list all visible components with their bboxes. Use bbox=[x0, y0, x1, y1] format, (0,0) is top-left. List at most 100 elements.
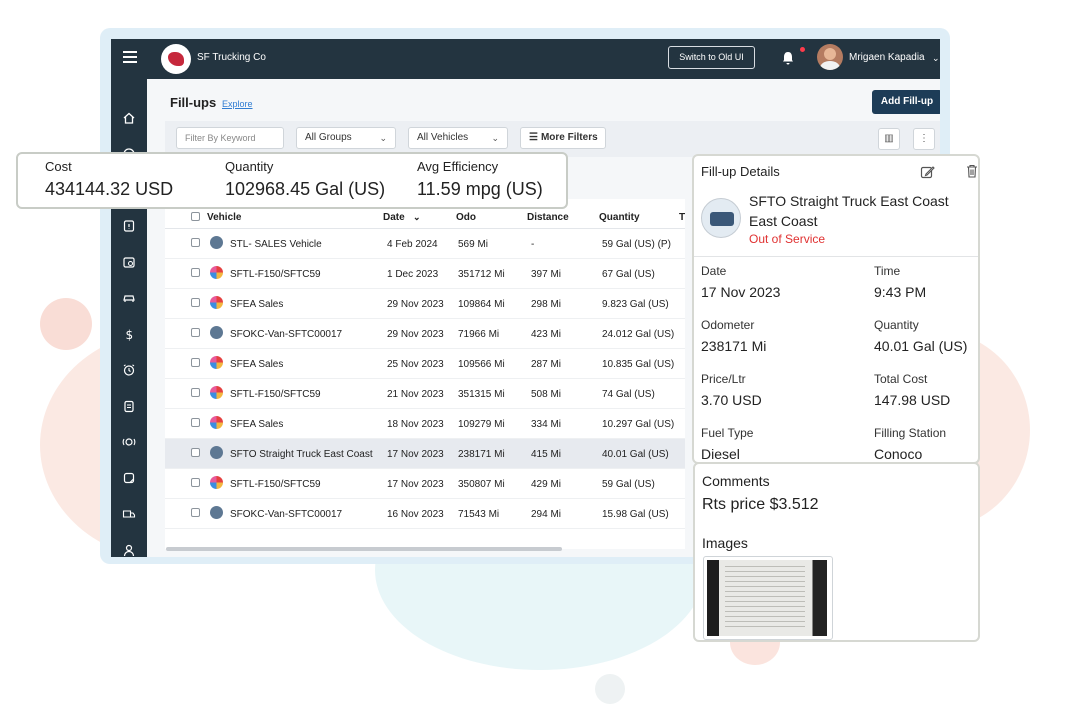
hamburger-menu-icon[interactable] bbox=[123, 51, 137, 63]
table-row[interactable]: SFTL-F150/SFTC59 21 Nov 2023 351315 Mi 508 … bbox=[165, 379, 685, 409]
columns-icon[interactable]: ▥ bbox=[878, 128, 900, 150]
user-name[interactable]: Mrigaen Kapadia bbox=[849, 52, 925, 63]
cell-date: 18 Nov 2023 bbox=[387, 419, 444, 430]
cell-distance: - bbox=[531, 239, 535, 250]
cell-vehicle[interactable]: SFTL-F150/SFTC59 bbox=[230, 479, 321, 490]
row-checkbox[interactable] bbox=[191, 448, 200, 457]
fuel-type-label: Fuel Type bbox=[701, 426, 754, 440]
chevron-down-icon: ⌄ bbox=[491, 133, 499, 143]
price-field: Price/Ltr 3.70 USD bbox=[701, 372, 762, 408]
total-cost-field: Total Cost 147.98 USD bbox=[874, 372, 950, 408]
row-checkbox[interactable] bbox=[191, 268, 200, 277]
cell-date: 21 Nov 2023 bbox=[387, 389, 444, 400]
cell-vehicle[interactable]: STL- SALES Vehicle bbox=[230, 239, 322, 250]
filling-station-label: Filling Station bbox=[874, 426, 947, 440]
home-icon[interactable] bbox=[122, 111, 136, 125]
cell-quantity: 67 Gal (US) bbox=[602, 269, 655, 280]
keyword-filter-input[interactable]: Filter By Keyword bbox=[176, 127, 284, 149]
table-row[interactable]: SFOKC-Van-SFTC00017 29 Nov 2023 71966 Mi 42… bbox=[165, 319, 685, 349]
date-value: 17 Nov 2023 bbox=[701, 284, 781, 300]
row-checkbox[interactable] bbox=[191, 298, 200, 307]
table-row[interactable]: SFTL-F150/SFTC59 1 Dec 2023 351712 Mi 397 M… bbox=[165, 259, 685, 289]
cell-vehicle[interactable]: SFTL-F150/SFTC59 bbox=[230, 269, 321, 280]
row-checkbox[interactable] bbox=[191, 388, 200, 397]
notification-bell-icon[interactable] bbox=[782, 51, 794, 65]
clipboard-icon[interactable] bbox=[122, 399, 136, 413]
quantity-label: Quantity bbox=[225, 159, 274, 174]
sidebar: $ bbox=[111, 79, 147, 557]
dollar-icon[interactable]: $ bbox=[122, 327, 136, 341]
cell-vehicle[interactable]: SFTO Straight Truck East Coast bbox=[230, 449, 373, 460]
cell-vehicle[interactable]: SFOKC-Van-SFTC00017 bbox=[230, 509, 342, 520]
inspection-icon[interactable] bbox=[122, 219, 136, 233]
efficiency-stat: Avg Efficiency 11.59 mpg (US) bbox=[417, 159, 543, 200]
vehicle-avatar-icon bbox=[210, 326, 223, 339]
table-row[interactable]: SFOKC-Van-SFTC00017 16 Nov 2023 71543 Mi 29… bbox=[165, 499, 685, 529]
vehicle-icon[interactable] bbox=[122, 291, 136, 305]
vehicle-avatar-icon bbox=[210, 296, 223, 309]
horizontal-scrollbar[interactable] bbox=[166, 547, 562, 551]
explore-link[interactable]: Explore bbox=[222, 99, 253, 109]
vehicle-avatar-icon bbox=[210, 446, 223, 459]
chevron-down-icon[interactable]: ⌄ bbox=[932, 53, 940, 64]
row-checkbox[interactable] bbox=[191, 478, 200, 487]
column-header-date[interactable]: Date bbox=[383, 212, 405, 223]
table-row[interactable]: SFEA Sales 25 Nov 2023 109566 Mi 287 Mi 10.8… bbox=[165, 349, 685, 379]
user-avatar[interactable] bbox=[817, 44, 843, 70]
column-header-distance[interactable]: Distance bbox=[527, 212, 569, 223]
edit-icon[interactable] bbox=[920, 165, 935, 185]
truck-icon[interactable] bbox=[122, 507, 136, 521]
row-checkbox[interactable] bbox=[191, 358, 200, 367]
column-header-odo[interactable]: Odo bbox=[456, 212, 476, 223]
filling-station-field: Filling Station Conoco bbox=[874, 426, 946, 462]
column-header-vehicle[interactable]: Vehicle bbox=[207, 212, 241, 223]
cell-distance: 397 Mi bbox=[531, 269, 562, 280]
table-row[interactable]: SFEA Sales 29 Nov 2023 109864 Mi 298 Mi 9.82… bbox=[165, 289, 685, 319]
cell-distance: 334 Mi bbox=[531, 419, 562, 430]
more-options-icon[interactable]: ⋮ bbox=[913, 128, 935, 150]
tire-icon[interactable] bbox=[122, 435, 136, 449]
date-label: Date bbox=[701, 264, 727, 278]
row-checkbox[interactable] bbox=[191, 418, 200, 427]
groups-dropdown[interactable]: All Groups ⌄ bbox=[296, 127, 396, 149]
comments-panel: Comments Rts price $3.512 Images bbox=[693, 462, 980, 642]
cell-vehicle[interactable]: SFTL-F150/SFTC59 bbox=[230, 389, 321, 400]
fillup-details-panel: Fill-up Details SFTO Straight Truck East… bbox=[692, 154, 980, 464]
row-checkbox[interactable] bbox=[191, 238, 200, 247]
document-icon[interactable] bbox=[122, 471, 136, 485]
cell-quantity: 15.98 Gal (US) bbox=[602, 509, 669, 520]
user-icon[interactable] bbox=[122, 543, 136, 557]
cell-vehicle[interactable]: SFEA Sales bbox=[230, 359, 283, 370]
table-row[interactable]: SFTL-F150/SFTC59 17 Nov 2023 350807 Mi 429 … bbox=[165, 469, 685, 499]
vehicle-name[interactable]: SFTO Straight Truck East Coast bbox=[749, 193, 949, 209]
cell-quantity: 24.012 Gal (US) bbox=[602, 329, 675, 340]
groups-dropdown-value: All Groups bbox=[305, 132, 352, 143]
sort-chevron-down-icon[interactable]: ⌄ bbox=[413, 212, 421, 223]
table-row[interactable]: SFEA Sales 18 Nov 2023 109279 Mi 334 Mi 10.2… bbox=[165, 409, 685, 439]
schedule-icon[interactable] bbox=[122, 255, 136, 269]
cell-odo: 351315 Mi bbox=[458, 389, 505, 400]
trash-icon[interactable] bbox=[966, 164, 978, 183]
divider bbox=[694, 256, 978, 257]
select-all-checkbox[interactable] bbox=[191, 212, 200, 221]
cell-odo: 109279 Mi bbox=[458, 419, 505, 430]
cell-vehicle[interactable]: SFEA Sales bbox=[230, 299, 283, 310]
switch-old-ui-button[interactable]: Switch to Old UI bbox=[668, 46, 755, 69]
vehicle-avatar-icon bbox=[210, 236, 223, 249]
vehicles-dropdown[interactable]: All Vehicles ⌄ bbox=[408, 127, 508, 149]
filter-icon: ☰ bbox=[529, 132, 538, 143]
table-row[interactable]: SFTO Straight Truck East Coast 17 Nov 202… bbox=[165, 439, 685, 469]
more-filters-button[interactable]: ☰ More Filters bbox=[520, 127, 606, 149]
cell-date: 29 Nov 2023 bbox=[387, 299, 444, 310]
row-checkbox[interactable] bbox=[191, 328, 200, 337]
cell-vehicle[interactable]: SFEA Sales bbox=[230, 419, 283, 430]
odometer-label: Odometer bbox=[701, 318, 755, 332]
table-row[interactable]: STL- SALES Vehicle 4 Feb 2024 569 Mi - 59 Ga… bbox=[165, 229, 685, 259]
cell-vehicle[interactable]: SFOKC-Van-SFTC00017 bbox=[230, 329, 342, 340]
column-header-type[interactable]: T bbox=[679, 212, 685, 223]
add-fillup-button[interactable]: Add Fill-up bbox=[872, 90, 940, 114]
row-checkbox[interactable] bbox=[191, 508, 200, 517]
column-header-quantity[interactable]: Quantity bbox=[599, 212, 640, 223]
alarm-icon[interactable] bbox=[122, 363, 136, 377]
receipt-image-thumbnail[interactable] bbox=[703, 556, 833, 640]
